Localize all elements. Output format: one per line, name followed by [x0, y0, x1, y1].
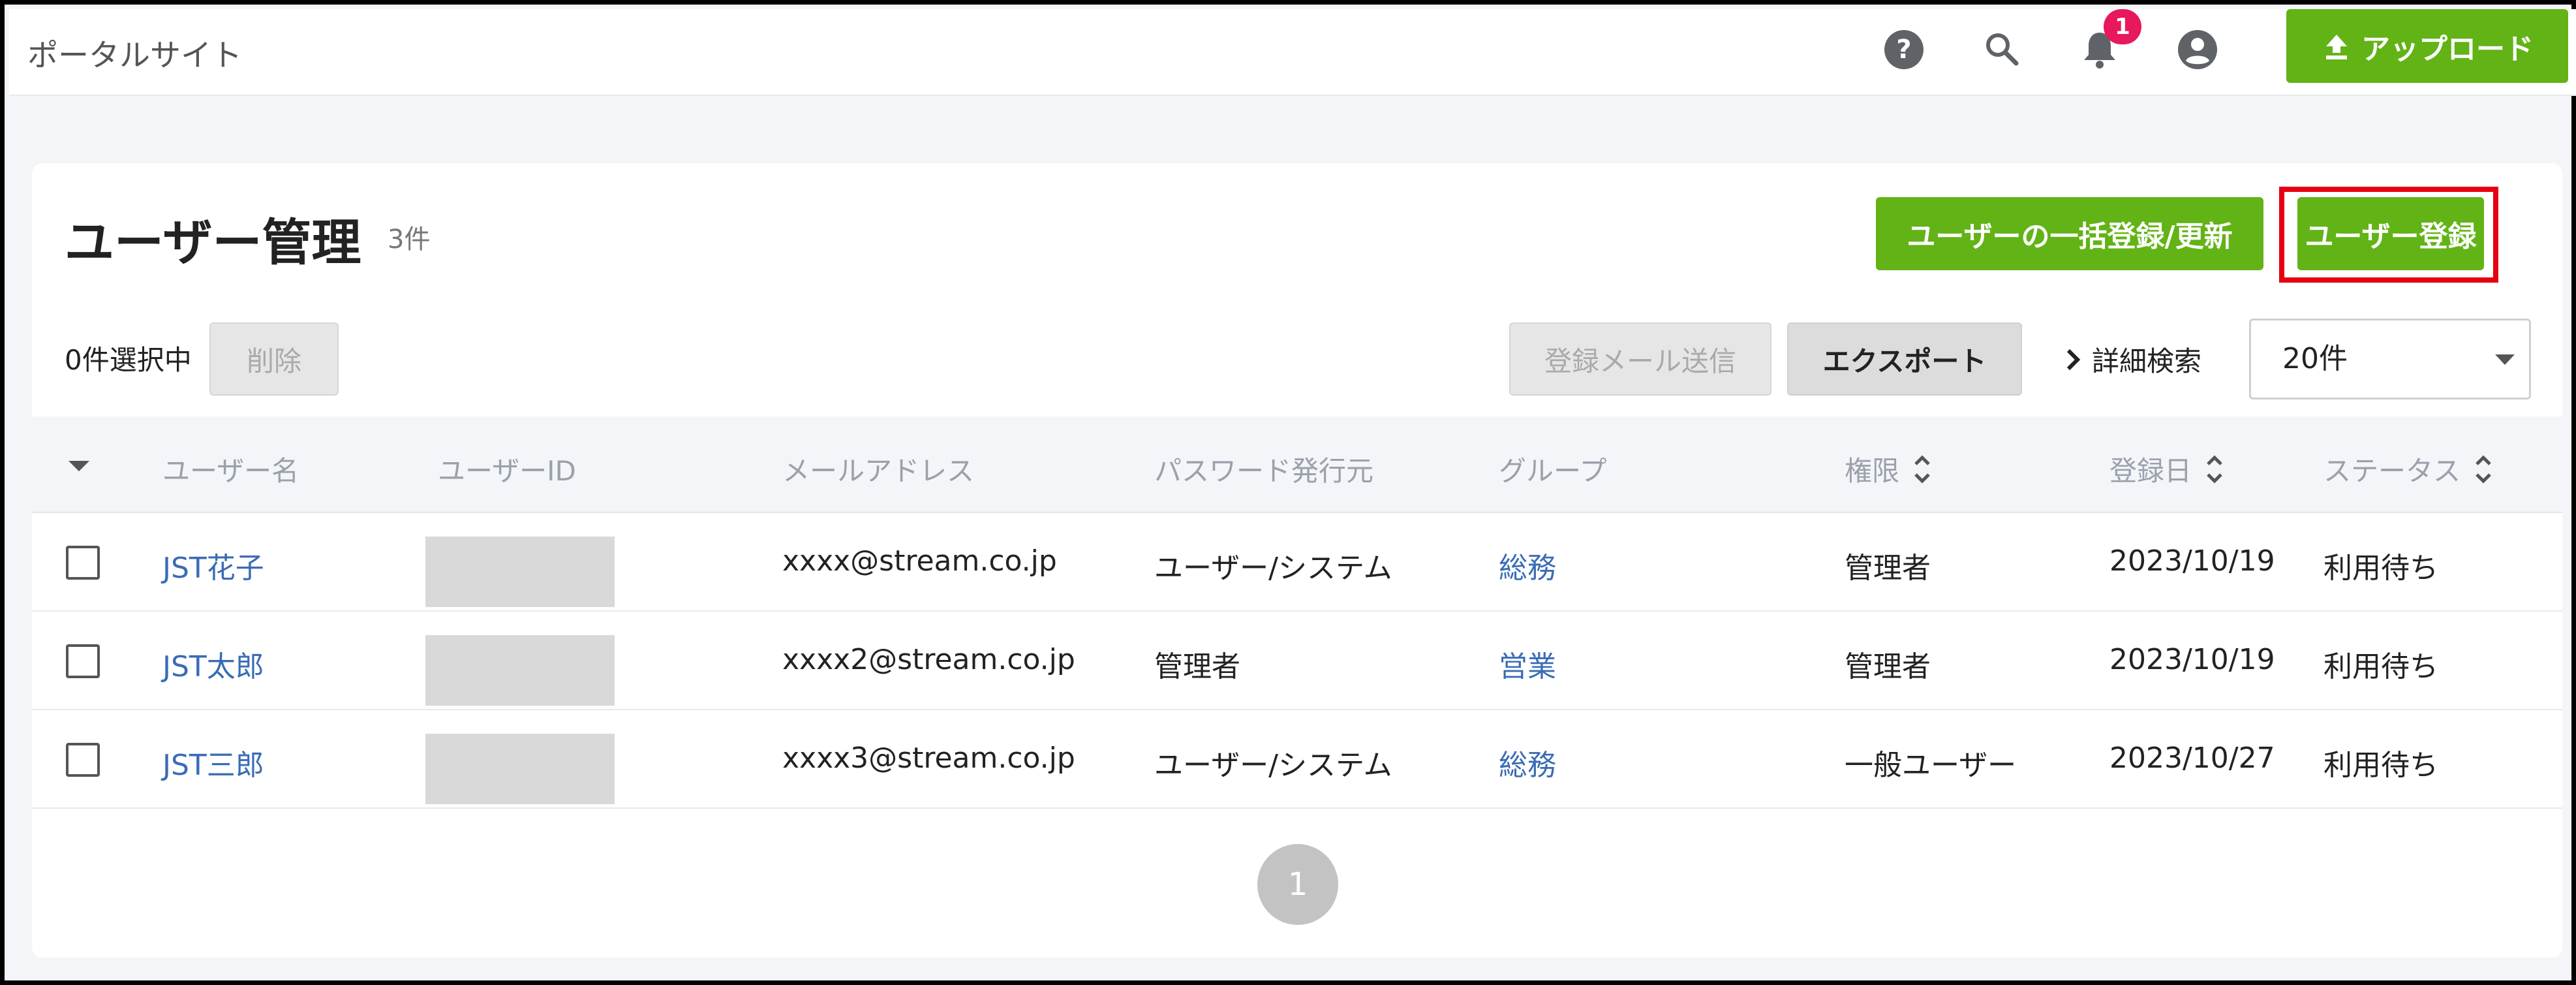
role-cell: 管理者 [1845, 552, 1931, 585]
password-source-cell: ユーザー/システム [1154, 749, 1392, 782]
sort-icon[interactable] [2205, 450, 2224, 489]
select-all-dropdown-icon[interactable] [69, 461, 89, 471]
send-registration-mail-button[interactable]: 登録メール送信 [1509, 322, 1771, 396]
export-button[interactable]: エクスポート [1787, 322, 2022, 396]
user-id-masked [425, 537, 615, 607]
table-row: JST太郎 xxxx2@stream.co.jp 管理者 営業 管理者 2023… [32, 612, 2562, 710]
search-icon[interactable] [1977, 25, 2027, 74]
row-checkbox[interactable] [66, 743, 100, 777]
table-row: JST花子 xxxx@stream.co.jp ユーザー/システム 総務 管理者… [32, 513, 2562, 612]
upload-icon [2326, 34, 2347, 59]
col-email: メールアドレス [782, 455, 975, 487]
row-checkbox[interactable] [66, 546, 100, 580]
col-username: ユーザー名 [162, 455, 299, 487]
user-id-masked [425, 635, 615, 706]
chevron-right-icon [2066, 349, 2081, 370]
status-cell: 利用待ち [2323, 650, 2438, 683]
register-user-button[interactable]: ユーザー登録 [2297, 197, 2484, 270]
selected-count: 0件選択中 [65, 344, 192, 376]
table-row: JST三郎 xxxx3@stream.co.jp ユーザー/システム 総務 一般… [32, 710, 2562, 809]
chevron-down-icon [2495, 354, 2515, 365]
bulk-register-button[interactable]: ユーザーの一括登録/更新 [1876, 197, 2263, 270]
advanced-search-toggle[interactable]: 詳細検索 [2064, 339, 2201, 379]
page-size-select[interactable]: 20件 [2249, 319, 2531, 399]
email-cell: xxxx@stream.co.jp [782, 544, 1057, 578]
registered-date-cell: 2023/10/19 [2109, 544, 2275, 578]
password-source-cell: 管理者 [1154, 650, 1240, 683]
username-link[interactable]: JST太郎 [162, 643, 264, 685]
user-id-masked [425, 734, 615, 804]
svg-text:?: ? [1896, 35, 1911, 65]
registered-date-cell: 2023/10/19 [2109, 643, 2275, 676]
table-header: ユーザー名 ユーザーID メールアドレス パスワード発行元 グループ 権限 登録… [32, 416, 2562, 513]
group-link[interactable]: 総務 [1499, 742, 1556, 783]
username-link[interactable]: JST花子 [162, 544, 264, 586]
group-link[interactable]: 総務 [1499, 544, 1556, 586]
status-cell: 利用待ち [2323, 749, 2438, 782]
page-size-value: 20件 [2282, 342, 2348, 375]
role-cell: 管理者 [1845, 650, 1931, 683]
delete-button[interactable]: 削除 [209, 322, 339, 396]
top-header: ポータルサイト ? 1 アップロード [9, 9, 2576, 96]
sort-icon[interactable] [1912, 450, 1932, 489]
pagination-page-1[interactable]: 1 [1257, 844, 1338, 925]
col-group: グループ [1499, 455, 1607, 487]
upload-button[interactable]: アップロード [2286, 9, 2568, 83]
site-title: ポータルサイト [27, 38, 242, 74]
role-cell: 一般ユーザー [1845, 749, 2017, 782]
notification-badge: 1 [2104, 9, 2141, 44]
user-management-card: ユーザー管理 3件 ユーザーの一括登録/更新 ユーザー登録 0件選択中 削除 登… [32, 163, 2562, 958]
advanced-search-label: 詳細検索 [2092, 345, 2202, 377]
email-cell: xxxx3@stream.co.jp [782, 742, 1075, 775]
status-cell: 利用待ち [2323, 552, 2438, 585]
col-user-id: ユーザーID [438, 455, 576, 487]
user-count: 3件 [388, 225, 431, 255]
registered-date-cell: 2023/10/27 [2109, 742, 2275, 775]
sort-icon[interactable] [2474, 450, 2493, 489]
window-frame: ポータルサイト ? 1 アップロード ユーザー管理 3件 ユーザーの一括登録/更… [0, 0, 2576, 985]
username-link[interactable]: JST三郎 [162, 742, 264, 783]
upload-label: アップロード [2361, 32, 2534, 66]
page-title: ユーザー管理 [65, 213, 361, 272]
col-status[interactable]: ステータス [2323, 449, 2493, 489]
help-icon[interactable]: ? [1879, 25, 1929, 74]
row-checkbox[interactable] [66, 644, 100, 678]
col-role[interactable]: 権限 [1845, 449, 1932, 489]
group-link[interactable]: 営業 [1499, 643, 1556, 685]
email-cell: xxxx2@stream.co.jp [782, 643, 1075, 676]
col-registered-date[interactable]: 登録日 [2109, 449, 2224, 489]
password-source-cell: ユーザー/システム [1154, 552, 1392, 585]
col-password-source: パスワード発行元 [1154, 455, 1374, 487]
account-icon[interactable] [2173, 25, 2222, 74]
